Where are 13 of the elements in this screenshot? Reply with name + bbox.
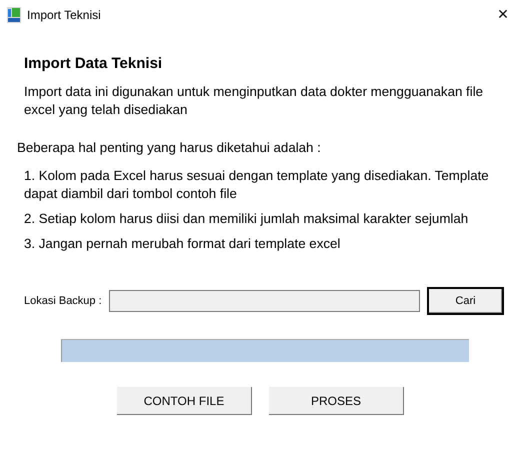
backup-location-field[interactable]: [109, 290, 420, 312]
note-text: 2. Setiap kolom harus diisi dan memiliki jumlah maksimal karakter sejumlah: [24, 210, 470, 228]
description: Import data ini digunakan untuk menginputkan data dokter mengguanakan file excel yang telah disediakan: [24, 83, 484, 119]
backup-location-label: Lokasi Backup :: [24, 295, 103, 307]
window-title: Import Teknisi: [27, 8, 101, 22]
browse-button[interactable]: Cari: [427, 287, 504, 315]
note-text: 1. Kolom pada Excel harus sesuai dengan template yang disediakan. Template dapat diambil dari tombol contoh file: [24, 167, 490, 203]
app-logo-icon: [7, 7, 21, 23]
heading: Import Data Teknisi: [24, 55, 164, 72]
sample-file-button[interactable]: CONTOH FILE: [117, 387, 252, 415]
process-button[interactable]: PROSES: [269, 387, 404, 415]
note-text: 3. Jangan pernah merubah format dari template excel: [24, 235, 342, 253]
notes-intro: Beberapa hal penting yang harus diketahui adalah :: [17, 140, 322, 155]
